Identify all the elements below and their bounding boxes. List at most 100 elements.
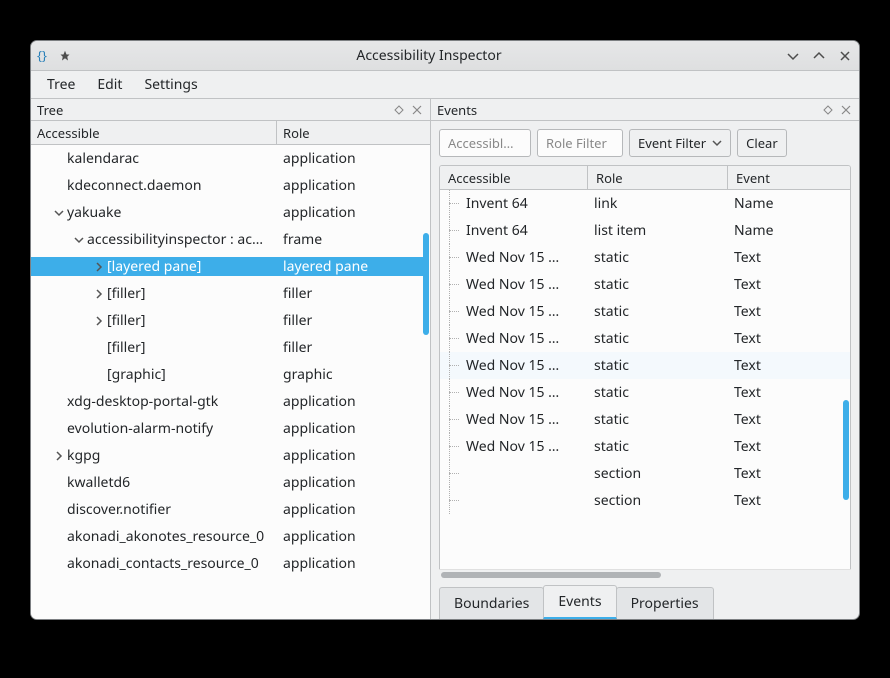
event-row[interactable]: sectionText (440, 460, 850, 487)
event-role: static (588, 410, 728, 429)
event-event: Text (728, 275, 850, 294)
tree-scrollbar-thumb[interactable] (423, 233, 429, 335)
event-row[interactable]: Wed Nov 15 … staticText (440, 244, 850, 271)
event-row[interactable]: Wed Nov 15 …staticText (440, 352, 850, 379)
undock-icon[interactable] (392, 103, 406, 117)
event-accessible: Wed Nov 15 … (460, 248, 565, 267)
tree-row[interactable]: [filler]filler (31, 280, 430, 307)
event-role: list item (588, 221, 728, 240)
event-row[interactable]: Wed Nov 15 … staticText (440, 406, 850, 433)
event-row[interactable]: Invent 64linkName (440, 190, 850, 217)
events-column-headers: Accessible Role Event (440, 166, 850, 190)
expander-spacer (51, 502, 67, 518)
tree-row[interactable]: akonadi_contacts_resource_0application (31, 550, 430, 577)
event-event: Name (728, 221, 850, 240)
tab-properties[interactable]: Properties (616, 587, 714, 619)
tree-col-accessible[interactable]: Accessible (31, 121, 277, 144)
close-panel-icon[interactable] (839, 103, 853, 117)
expander-spacer (51, 556, 67, 572)
tree-row[interactable]: accessibilityinspector : ac… frame (31, 226, 430, 253)
tree-row[interactable]: akonadi_akonotes_resource_0application (31, 523, 430, 550)
tree-item-role: application (277, 446, 423, 465)
event-role: static (588, 356, 728, 375)
tree-item-name: accessibilityinspector : ac… (87, 230, 263, 249)
event-row[interactable]: Invent 64 list itemName (440, 217, 850, 244)
expander-spacer (51, 421, 67, 437)
tree-row[interactable]: xdg-desktop-portal-gtkapplication (31, 388, 430, 415)
chevron-right-icon[interactable] (91, 313, 107, 329)
menu-settings[interactable]: Settings (134, 72, 207, 97)
tree-row[interactable]: kwalletd6application (31, 469, 430, 496)
tree-item-name: kalendarac (67, 149, 139, 168)
events-scrollbar-thumb[interactable] (843, 400, 849, 500)
minimize-icon[interactable] (785, 48, 801, 64)
tree-col-role[interactable]: Role (277, 121, 430, 144)
tree-item-role: frame (277, 230, 423, 249)
tree-item-name: [graphic] (107, 365, 166, 384)
events-col-accessible[interactable]: Accessible (440, 166, 588, 189)
tree-item-name: [layered pane] (107, 257, 201, 276)
event-event: Text (728, 464, 850, 483)
event-role: link (588, 194, 728, 213)
maximize-icon[interactable] (811, 48, 827, 64)
tree-item-role: application (277, 176, 423, 195)
events-hscrollbar[interactable] (439, 569, 851, 579)
menu-edit[interactable]: Edit (87, 72, 132, 97)
events-col-event[interactable]: Event (728, 166, 850, 189)
event-filter-combo[interactable]: Event Filter (629, 129, 731, 157)
chevron-down-icon[interactable] (51, 205, 67, 221)
event-event: Text (728, 410, 850, 429)
tree-item-role: application (277, 149, 423, 168)
tree-rows[interactable]: kalendarac application kdeconnect.daemon ap… (31, 145, 430, 619)
events-scrollbar[interactable] (842, 190, 850, 559)
event-rows[interactable]: Invent 64linkName Invent 64 list itemName W… (440, 190, 850, 514)
tree-row[interactable]: kalendarac application (31, 145, 430, 172)
event-accessible: Wed Nov 15 … (460, 437, 565, 456)
tab-events[interactable]: Events (543, 585, 616, 619)
event-row[interactable]: Wed Nov 15 …staticText (440, 271, 850, 298)
tree-row[interactable]: discover.notifierapplication (31, 496, 430, 523)
event-role: section (588, 491, 728, 510)
tree-row[interactable]: kgpgapplication (31, 442, 430, 469)
pin-icon[interactable] (57, 48, 73, 64)
close-panel-icon[interactable] (410, 103, 424, 117)
chevron-right-icon[interactable] (91, 286, 107, 302)
events-col-role[interactable]: Role (588, 166, 728, 189)
event-row[interactable]: Wed Nov 15 …staticText (440, 433, 850, 460)
tree-row[interactable]: yakuakeapplication (31, 199, 430, 226)
accessible-filter-input[interactable]: Accessibl… (439, 129, 531, 157)
tree-scrollbar[interactable] (422, 145, 430, 619)
events-hscrollbar-thumb[interactable] (441, 572, 661, 578)
clear-button[interactable]: Clear (737, 129, 787, 157)
window-title: Accessibility Inspector (73, 46, 785, 65)
tree-body: kalendarac application kdeconnect.daemon ap… (31, 145, 430, 619)
tree-row[interactable]: [layered pane]layered pane (31, 253, 430, 280)
tree-row[interactable]: [filler]filler (31, 307, 430, 334)
event-row[interactable]: Wed Nov 15 …staticText (440, 325, 850, 352)
event-event: Text (728, 383, 850, 402)
event-role: static (588, 248, 728, 267)
event-row[interactable]: Wed Nov 15 …staticText (440, 298, 850, 325)
role-filter-input[interactable]: Role Filter (537, 129, 623, 157)
event-accessible: Invent 64 (460, 221, 534, 240)
chevron-right-icon[interactable] (51, 448, 67, 464)
event-accessible: Wed Nov 15 … (460, 410, 565, 429)
chevron-down-icon[interactable] (71, 232, 87, 248)
chevron-right-icon[interactable] (91, 259, 107, 275)
menu-tree[interactable]: Tree (37, 72, 85, 97)
expander-spacer (51, 529, 67, 545)
tree-item-name: kdeconnect.daemon (67, 176, 201, 195)
undock-icon[interactable] (821, 103, 835, 117)
tree-row[interactable]: kdeconnect.daemon application (31, 172, 430, 199)
tree-row[interactable]: evolution-alarm-notifyapplication (31, 415, 430, 442)
event-row[interactable]: sectionText (440, 487, 850, 514)
titlebar: {} Accessibility Inspector (31, 41, 859, 71)
expander-spacer (91, 367, 107, 383)
tree-row[interactable]: [filler]filler (31, 334, 430, 361)
tree-item-name: akonadi_contacts_resource_0 (67, 554, 259, 573)
tab-boundaries[interactable]: Boundaries (439, 587, 544, 619)
tree-row[interactable]: [graphic]graphic (31, 361, 430, 388)
event-event: Text (728, 248, 850, 267)
close-icon[interactable] (837, 48, 853, 64)
event-row[interactable]: Wed Nov 15 …staticText (440, 379, 850, 406)
